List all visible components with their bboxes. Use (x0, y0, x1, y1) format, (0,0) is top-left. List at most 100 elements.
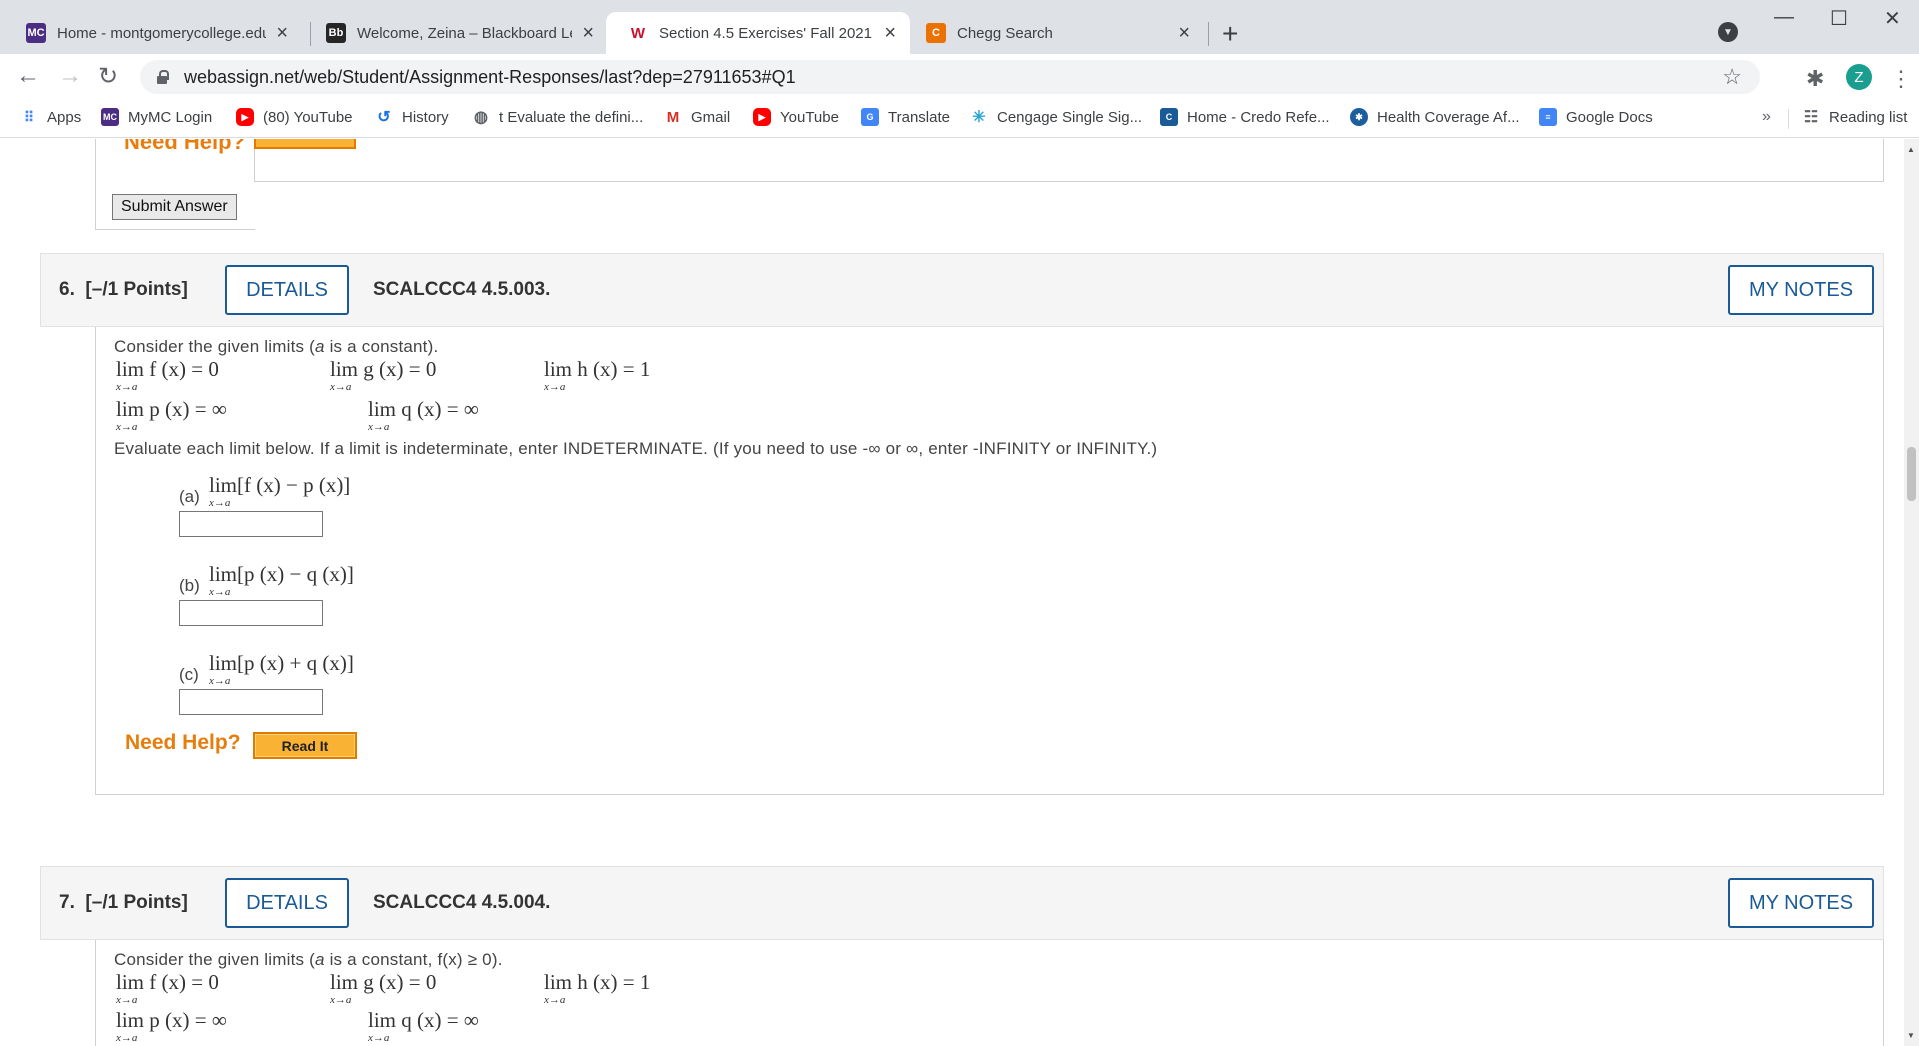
forward-icon[interactable]: → (58, 62, 82, 90)
minimize-icon[interactable]: — (1774, 6, 1794, 29)
limit-p: lim p (x) = ∞ x→a (116, 397, 227, 433)
question-header: 6. [–/1 Points] DETAILS SCALCCC4 4.5.003… (40, 253, 1884, 327)
url-text: webassign.net/web/Student/Assignment-Res… (184, 66, 796, 87)
part-expression: lim[f (x) − p (x)] x→a (209, 473, 351, 509)
scroll-down-icon[interactable]: ▼ (1907, 1031, 1915, 1040)
scrollbar-thumb[interactable] (1907, 447, 1916, 501)
need-help-label: Need Help? (124, 139, 246, 154)
new-tab-icon[interactable]: + (1222, 18, 1238, 50)
tab-strip: MC Home - montgomerycollege.edu × Bb Wel… (0, 0, 1919, 54)
youtube-icon: ▶ (236, 108, 254, 126)
close-icon[interactable]: × (1178, 22, 1190, 45)
bookmark-mymc[interactable]: MC MyMC Login (101, 108, 212, 126)
bookmark-docs[interactable]: ≡ Google Docs (1539, 108, 1653, 126)
bookmark-health[interactable]: ✱ Health Coverage Af... (1350, 108, 1520, 126)
gmail-icon: M (666, 108, 680, 126)
tab-blackboard[interactable]: Bb Welcome, Zeina – Blackboard Lea × (304, 12, 608, 54)
bookmark-credo[interactable]: C Home - Credo Refe... (1160, 108, 1330, 126)
answer-input-a[interactable] (179, 511, 323, 537)
bookmark-apps[interactable]: ⠿ Apps (20, 108, 81, 126)
mc-icon: MC (26, 23, 46, 43)
need-help-label: Need Help? (125, 731, 241, 754)
tab-title: Home - montgomerycollege.edu (57, 24, 267, 42)
bookmark-evaluate[interactable]: ◍ t Evaluate the defini... (472, 108, 644, 127)
previous-question-box (254, 139, 1884, 182)
tab-chegg[interactable]: C Chegg Search × (904, 12, 1204, 54)
more-bookmarks-icon[interactable]: » (1762, 108, 1771, 126)
reading-list-icon: ☷ (1803, 109, 1819, 126)
scroll-up-icon[interactable]: ▲ (1907, 145, 1915, 154)
close-window-icon[interactable]: ✕ (1884, 6, 1901, 31)
bookmark-gmail[interactable]: M Gmail (664, 108, 730, 126)
submit-answer-button[interactable]: Submit Answer (112, 194, 237, 220)
question-instructions: Evaluate each limit below. If a limit is… (114, 439, 1158, 458)
tab-title: Section 4.5 Exercises' Fall 2021 - M (659, 24, 875, 42)
back-icon[interactable]: ← (16, 62, 40, 90)
bookmark-history[interactable]: ↺ History (375, 108, 448, 127)
health-icon: ✱ (1350, 108, 1368, 126)
answer-input-c[interactable] (179, 689, 323, 715)
reading-list-label: Reading list (1829, 108, 1908, 126)
question-header: 7. [–/1 Points] DETAILS SCALCCC4 4.5.004… (40, 866, 1884, 940)
reload-icon[interactable]: ↻ (98, 62, 118, 91)
maximize-icon[interactable]: ☐ (1830, 6, 1848, 31)
part-label: (b) (179, 576, 200, 595)
blackboard-icon: Bb (326, 23, 346, 43)
read-it-button[interactable]: Read It (253, 732, 357, 759)
question-code: SCALCCC4 4.5.003. (373, 279, 551, 300)
limit-f: lim f (x) = 0 x→a (116, 357, 219, 393)
bookmark-star-icon[interactable]: ☆ (1722, 64, 1742, 90)
details-button[interactable]: DETAILS (225, 265, 349, 315)
details-button[interactable]: DETAILS (225, 878, 349, 928)
reading-list[interactable]: ☷ Reading list (1802, 108, 1908, 127)
browser-toolbar: ← → ↻ webassign.net/web/Student/Assignme… (0, 54, 1919, 100)
bookmarks-bar: ⠿ Apps MC MyMC Login ▶ (80) YouTube ↺ Histor… (0, 100, 1919, 138)
webassign-icon: W (628, 23, 648, 43)
apps-icon: ⠿ (23, 108, 35, 125)
bookmark-youtube[interactable]: ▶ YouTube (753, 108, 839, 126)
bookmark-label: Google Docs (1566, 108, 1653, 126)
bookmark-label: t Evaluate the defini... (499, 108, 644, 126)
my-notes-button[interactable]: MY NOTES (1728, 265, 1874, 315)
extensions-icon[interactable]: ✱ (1806, 66, 1824, 92)
tab-webassign[interactable]: W Section 4.5 Exercises' Fall 2021 - M × (606, 12, 910, 54)
tab-search-icon[interactable]: ▼ (1718, 22, 1738, 42)
chegg-icon: C (926, 23, 946, 43)
profile-avatar[interactable]: Z (1846, 64, 1872, 90)
part-label: (c) (179, 665, 199, 684)
question-number: 7. [–/1 Points] (59, 892, 188, 913)
bookmark-cengage[interactable]: ✳ Cengage Single Sig... (970, 108, 1143, 127)
bookmark-label: Apps (47, 108, 82, 126)
limit-q: lim q (x) = ∞ x→a (368, 1008, 479, 1044)
bookmark-translate[interactable]: G Translate (861, 108, 950, 126)
part-expression: lim[p (x) + q (x)] x→a (209, 651, 354, 687)
globe-icon: ◍ (474, 109, 488, 126)
question-number: 6. [–/1 Points] (59, 279, 188, 300)
mc-icon: MC (101, 108, 119, 126)
tab-montgomery[interactable]: MC Home - montgomerycollege.edu × (4, 12, 302, 54)
credo-icon: C (1160, 108, 1178, 126)
lock-icon (156, 70, 169, 84)
close-icon[interactable]: × (582, 22, 594, 45)
cengage-icon: ✳ (972, 109, 986, 126)
read-it-button[interactable] (254, 139, 356, 149)
bookmark-label: Gmail (691, 108, 731, 126)
limit-q: lim q (x) = ∞ x→a (368, 397, 479, 433)
bookmark-label: Home - Credo Refe... (1187, 108, 1330, 126)
question-intro: Consider the given limits (a is a consta… (114, 950, 503, 969)
part-expression: lim[p (x) − q (x)] x→a (209, 562, 354, 598)
bookmark-label: Cengage Single Sig... (997, 108, 1143, 126)
close-icon[interactable]: × (276, 22, 288, 45)
answer-input-b[interactable] (179, 600, 323, 626)
docs-icon: ≡ (1539, 108, 1557, 126)
close-icon[interactable]: × (884, 22, 896, 45)
menu-icon[interactable]: ⋮ (1890, 66, 1912, 92)
limit-p: lim p (x) = ∞ x→a (116, 1008, 227, 1044)
limit-h: lim h (x) = 1 x→a (544, 970, 651, 1006)
bookmark-youtube-80[interactable]: ▶ (80) YouTube (236, 108, 353, 126)
address-bar[interactable]: webassign.net/web/Student/Assignment-Res… (140, 60, 1760, 94)
my-notes-button[interactable]: MY NOTES (1728, 878, 1874, 928)
page-scrollbar[interactable]: ▲ ▼ (1904, 139, 1919, 1046)
tab-title: Welcome, Zeina – Blackboard Lea (357, 24, 573, 42)
tab-title: Chegg Search (957, 24, 1053, 42)
